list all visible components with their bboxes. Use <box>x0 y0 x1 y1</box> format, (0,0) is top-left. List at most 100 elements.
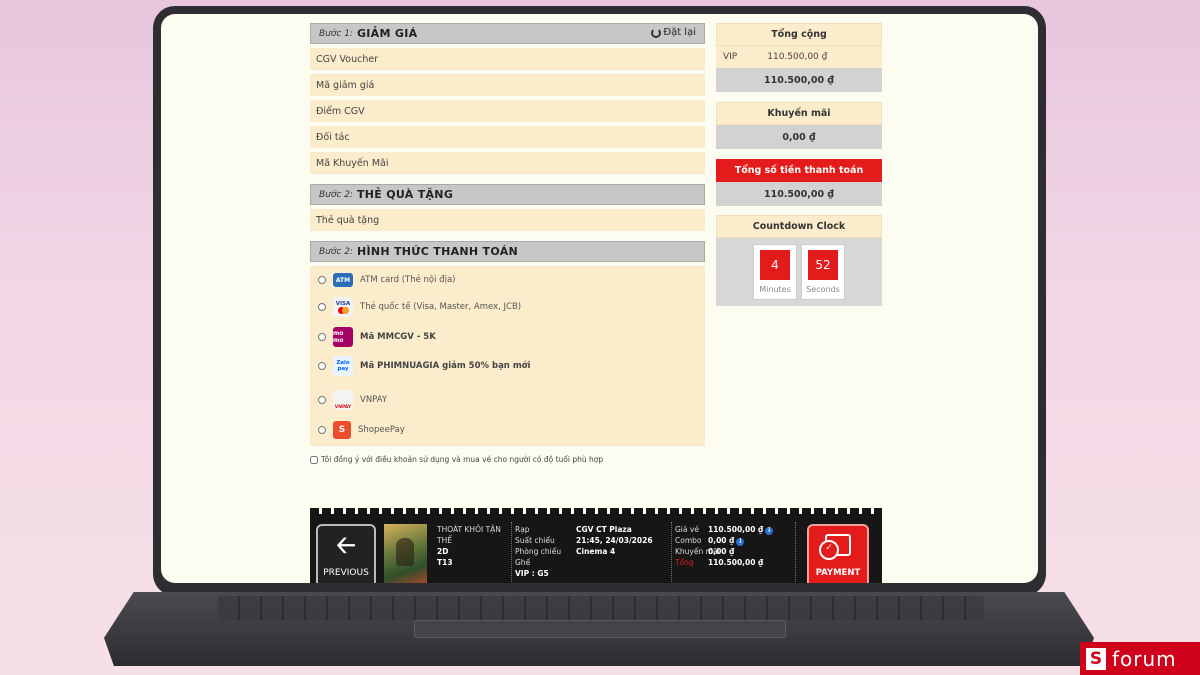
ticket-divider <box>511 522 512 582</box>
payment-method-header: Bước 2: HÌNH THỨC THANH TOÁN <box>310 241 705 262</box>
promo-price-value: 0,00 ₫ <box>708 547 735 556</box>
payment-method-shopeepay[interactable]: S ShopeePay <box>310 418 705 442</box>
discount-code[interactable]: Mã giảm giá <box>310 74 705 96</box>
countdown-seconds: 52 Seconds <box>801 244 845 300</box>
total-heading: Tổng cộng <box>716 23 882 46</box>
seat-value: VIP : G5 <box>515 569 549 578</box>
laptop-screen: Bước 1: GIẢM GIÁ Đặt lại CGV Voucher Mã … <box>161 14 1038 583</box>
payment-total-heading: Tổng số tiền thanh toán <box>716 159 882 182</box>
payment-label: PAYMENT <box>815 568 861 578</box>
credit-card-check-icon <box>819 534 851 560</box>
momo-icon: mo mo <box>333 327 353 347</box>
laptop-trackpad <box>414 620 786 638</box>
total-price-value: 110.500,00 ₫ <box>708 558 764 567</box>
intl-card-radio[interactable] <box>318 303 326 311</box>
visa-mastercard-icon: VISA <box>333 297 353 317</box>
showtime-label: Suất chiếu <box>515 536 555 545</box>
previous-label: PREVIOUS <box>323 568 369 578</box>
refresh-icon <box>651 27 662 38</box>
info-icon[interactable]: i <box>765 527 774 535</box>
terms-label: Tôi đồng ý với điều khoản sử dụng và mua… <box>321 455 604 464</box>
reset-button[interactable]: Đặt lại <box>651 27 696 38</box>
vnpay-icon: VNPAY <box>333 390 353 410</box>
minutes-value: 4 <box>760 250 790 280</box>
payment-method-intl-card[interactable]: VISA Thẻ quốc tế (Visa, Master, Amex, JC… <box>310 292 705 322</box>
payment-options-column: Bước 1: GIẢM GIÁ Đặt lại CGV Voucher Mã … <box>310 23 705 464</box>
sforum-logo-text: forum <box>1112 646 1177 671</box>
seat-label: Ghế <box>515 558 531 567</box>
payment-method-momo[interactable]: mo mo Mã MMCGV - 5K <box>310 322 705 352</box>
discount-partner[interactable]: Đối tác <box>310 126 705 148</box>
sforum-watermark: S forum <box>1080 642 1200 675</box>
promo-amount: 0,00 ₫ <box>716 125 882 149</box>
showtime-value: 21:45, 24/03/2026 <box>576 536 653 545</box>
vnpay-label: VNPAY <box>360 395 388 405</box>
ticket-price-value: 110.500,00 ₫ <box>708 525 764 534</box>
arrow-left-icon: 🡠 <box>336 531 356 559</box>
payment-step-number: Bước 2: <box>319 246 353 257</box>
countdown-clock: 4 Minutes 52 Seconds <box>716 238 882 306</box>
payment-method-list: ATM ATM card (Thẻ nội địa) VISA Thẻ quốc… <box>310 266 705 446</box>
ticket-divider <box>671 522 672 582</box>
shopeepay-radio[interactable] <box>318 426 326 434</box>
discount-cgv-voucher[interactable]: CGV Voucher <box>310 48 705 70</box>
payment-step-title: HÌNH THỨC THANH TOÁN <box>356 245 519 258</box>
seconds-label: Seconds <box>806 285 840 294</box>
sforum-logo-icon: S <box>1086 647 1106 670</box>
payment-method-atm[interactable]: ATM ATM card (Thẻ nội địa) <box>310 268 705 292</box>
minutes-label: Minutes <box>759 285 791 294</box>
payment-method-vnpay[interactable]: VNPAY VNPAY <box>310 382 705 418</box>
countdown-minutes: 4 Minutes <box>753 244 797 300</box>
room-label: Phòng chiếu <box>515 547 562 556</box>
atm-label: ATM card (Thẻ nội địa) <box>360 275 456 285</box>
room-value: Cinema 4 <box>576 547 616 556</box>
ticket-divider <box>795 522 796 582</box>
seat-price: 110.500,00 ₫ <box>767 52 828 62</box>
ticket-perforation <box>310 508 882 514</box>
combo-price-value: 0,00 ₫ <box>708 536 735 545</box>
movie-info: THOÁT KHỎI TẬN THẾ 2D T13 <box>437 524 509 568</box>
momo-label: Mã MMCGV - 5K <box>360 332 436 342</box>
payment-method-zalopay[interactable]: Zalo pay Mã PHIMNUAGIA giảm 50% bạn mới <box>310 352 705 382</box>
payment-button[interactable]: PAYMENT <box>807 524 869 583</box>
atm-radio[interactable] <box>318 276 326 284</box>
total-amount: 110.500,00 ₫ <box>716 68 882 92</box>
cinema-value: CGV CT Plaza <box>576 525 632 534</box>
mastercard-circles-icon <box>337 306 349 314</box>
countdown-heading: Countdown Clock <box>716 215 882 238</box>
terms-agreement[interactable]: Tôi đồng ý với điều khoản sử dụng và mua… <box>310 455 705 464</box>
discount-promo-code[interactable]: Mã Khuyến Mãi <box>310 152 705 174</box>
gift-step-number: Bước 2: <box>319 189 353 200</box>
cinema-label: Rạp <box>515 525 530 534</box>
discount-cgv-points[interactable]: Điểm CGV <box>310 100 705 122</box>
vnpay-radio[interactable] <box>318 396 326 404</box>
seconds-value: 52 <box>808 250 838 280</box>
step1-header: Bước 1: GIẢM GIÁ Đặt lại <box>310 23 705 44</box>
order-summary-column: Tổng cộng VIP 110.500,00 ₫ 110.500,00 ₫ … <box>716 23 882 306</box>
zalopay-radio[interactable] <box>318 362 326 370</box>
step1-title: GIẢM GIÁ <box>356 27 418 40</box>
shopeepay-label: ShopeePay <box>358 425 405 435</box>
reset-label: Đặt lại <box>663 27 696 38</box>
movie-format: 2D <box>437 547 449 556</box>
price-values: 110.500,00 ₫ i 0,00 ₫ i 0,00 ₫ 110.500,00 … <box>708 524 774 568</box>
movie-rating: T13 <box>437 558 453 567</box>
promo-heading: Khuyến mãi <box>716 102 882 125</box>
step1-number: Bước 1: <box>319 28 353 39</box>
intl-card-label: Thẻ quốc tế (Visa, Master, Amex, JCB) <box>360 302 522 312</box>
laptop-keyboard <box>218 596 984 620</box>
gift-card-header: Bước 2: THẺ QUÀ TẶNG <box>310 184 705 205</box>
seat-price-line: VIP 110.500,00 ₫ <box>716 46 882 68</box>
payment-total-amount: 110.500,00 ₫ <box>716 182 882 206</box>
movie-title: THOÁT KHỎI TẬN THẾ <box>437 525 501 545</box>
show-labels: Rạp Suất chiếu Phòng chiếu Ghế VIP : G5 <box>515 524 561 579</box>
terms-checkbox[interactable] <box>310 455 318 464</box>
gift-card-item[interactable]: Thẻ quà tặng <box>310 209 705 231</box>
atm-icon: ATM <box>333 273 353 287</box>
ticket-bar: 🡠 PREVIOUS THOÁT KHỎI TẬN THẾ 2D T13 Rạp… <box>310 508 882 583</box>
shopeepay-icon: S <box>333 421 351 439</box>
info-icon[interactable]: i <box>736 538 745 546</box>
previous-button[interactable]: 🡠 PREVIOUS <box>316 524 376 583</box>
seat-type: VIP <box>723 52 738 62</box>
momo-radio[interactable] <box>318 333 326 341</box>
